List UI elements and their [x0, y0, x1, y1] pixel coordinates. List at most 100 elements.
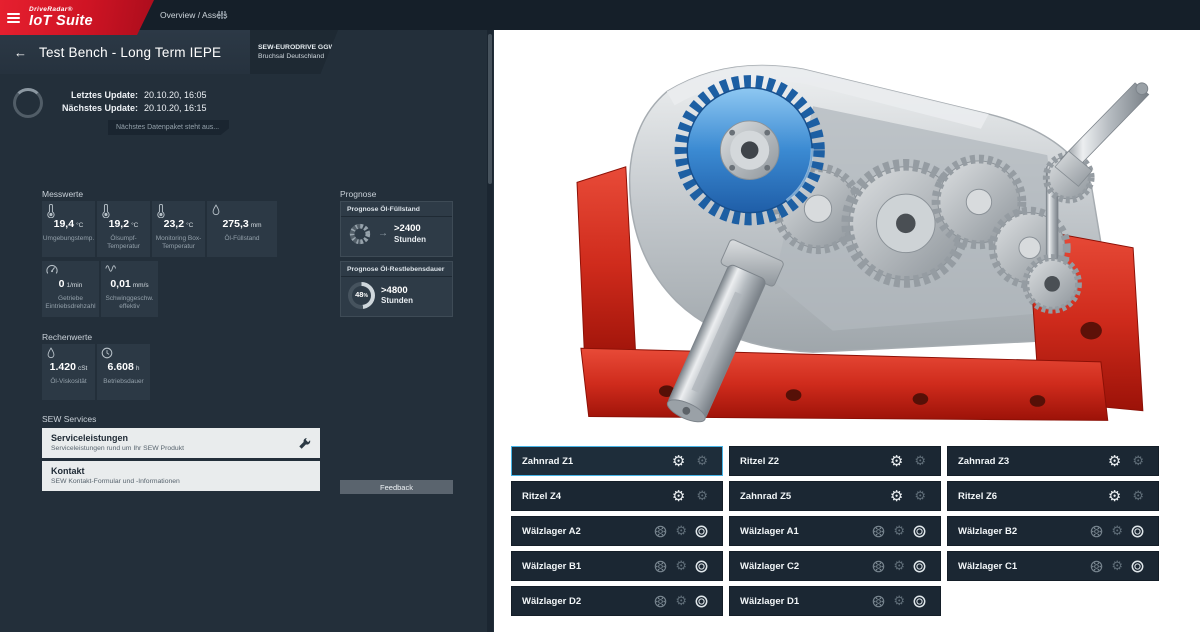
gear-outline-icon[interactable]: ⚙ — [1132, 455, 1144, 468]
value-tile[interactable]: 23,2°C Monitoring Box-Temperatur — [152, 201, 205, 257]
gear-icon[interactable]: ⚙ — [1108, 489, 1121, 504]
value-tile[interactable]: 01/min Getriebe Eintriebsdrehzahl — [42, 261, 99, 317]
gear-outline-icon[interactable]: ⚙ — [914, 490, 926, 503]
gear-icon[interactable]: ⚙ — [672, 489, 685, 504]
gear-icon[interactable]: ⚙ — [890, 454, 903, 469]
component-button[interactable]: Wälzlager A2 ⚙ — [511, 516, 723, 546]
component-button[interactable]: Zahnrad Z1 ⚙ ⚙ — [511, 446, 723, 476]
component-label: Wälzlager A2 — [522, 526, 654, 537]
prognose-panel-header: Prognose Öl-Restlebensdauer — [341, 262, 452, 277]
tile-value: 1.420 — [50, 361, 76, 373]
tile-value: 0,01 — [110, 278, 130, 290]
component-button[interactable]: Wälzlager D2 ⚙ — [511, 586, 723, 616]
bearing-icon[interactable] — [654, 595, 667, 608]
tile-label: Öl-Füllstand — [224, 235, 259, 250]
gear-outline-icon[interactable]: ⚙ — [696, 455, 708, 468]
thermometer-icon — [156, 204, 165, 218]
component-button[interactable]: Ritzel Z2 ⚙ ⚙ — [729, 446, 941, 476]
bearing-icon[interactable] — [1090, 525, 1103, 538]
tile-unit: mm/s — [133, 282, 149, 289]
component-button[interactable]: Ritzel Z6 ⚙ ⚙ — [947, 481, 1159, 511]
component-button[interactable]: Wälzlager C1 ⚙ — [947, 551, 1159, 581]
oil-drop-icon — [46, 347, 56, 360]
gear-outline-icon[interactable]: ⚙ — [1111, 560, 1123, 573]
bearing-icon[interactable] — [654, 560, 667, 573]
section-title-sew-services: SEW Services — [42, 414, 96, 424]
value-tile[interactable]: 1.420cSt Öl-Viskosität — [42, 344, 95, 400]
bearing-icon[interactable] — [872, 595, 885, 608]
trend-arrow-icon: → — [378, 229, 388, 239]
component-label: Wälzlager C2 — [740, 561, 872, 572]
gear-icon[interactable]: ⚙ — [672, 454, 685, 469]
bearing-ring-icon[interactable] — [913, 595, 926, 608]
value-tile[interactable]: 0,01mm/s Schwinggeschw. effektiv — [101, 261, 158, 317]
tile-value: 6.608 — [108, 361, 134, 373]
gear-outline-icon[interactable]: ⚙ — [893, 525, 905, 538]
gearbox-3d-view[interactable] — [515, 38, 1160, 438]
bearing-ring-icon[interactable] — [695, 595, 708, 608]
asset-sidebar — [0, 30, 494, 632]
component-label: Ritzel Z6 — [958, 491, 1108, 502]
component-button[interactable]: Wälzlager A1 ⚙ — [729, 516, 941, 546]
bearing-icon[interactable] — [654, 525, 667, 538]
feedback-button[interactable]: Feedback — [340, 480, 453, 494]
sidebar-scrollbar-thumb[interactable] — [488, 34, 492, 184]
section-title-rechenwerte: Rechenwerte — [42, 332, 92, 342]
value-tile[interactable]: 19,4°C Umgebungstemp. — [42, 201, 95, 257]
component-button[interactable]: Wälzlager B1 ⚙ — [511, 551, 723, 581]
gear-outline-icon[interactable]: ⚙ — [914, 455, 926, 468]
component-label: Zahnrad Z1 — [522, 456, 672, 467]
value-tile[interactable]: 6.608h Betriebsdauer — [97, 344, 150, 400]
prognose-oil-life-panel[interactable]: Prognose Öl-Restlebensdauer 48 % >4800 S… — [340, 261, 453, 317]
messwerte-row-1: 19,4°C Umgebungstemp. 19,2°C Ölsumpf-Tem… — [42, 201, 277, 257]
component-label: Wälzlager B2 — [958, 526, 1090, 537]
component-label: Ritzel Z2 — [740, 456, 890, 467]
menu-icon[interactable] — [7, 13, 20, 23]
gear-outline-icon[interactable]: ⚙ — [696, 490, 708, 503]
component-label: Zahnrad Z3 — [958, 456, 1108, 467]
brand-banner[interactable]: DriveRadar® IoT Suite — [0, 0, 154, 35]
component-button[interactable]: Zahnrad Z3 ⚙ ⚙ — [947, 446, 1159, 476]
apps-grid-icon[interactable] — [218, 11, 226, 19]
bearing-icon[interactable] — [1090, 560, 1103, 573]
gear-outline-icon[interactable]: ⚙ — [675, 525, 687, 538]
component-label: Wälzlager C1 — [958, 561, 1090, 572]
bearing-ring-icon[interactable] — [913, 560, 926, 573]
bearing-ring-icon[interactable] — [913, 525, 926, 538]
service-row-serviceleistungen[interactable]: Serviceleistungen Serviceleistungen rund… — [42, 428, 320, 458]
prognose-oil-level-panel[interactable]: Prognose Öl-Füllstand → >2400 Stunden — [340, 201, 453, 257]
back-arrow-icon[interactable]: ← — [14, 45, 27, 60]
gear-icon[interactable]: ⚙ — [890, 489, 903, 504]
gear-outline-icon[interactable]: ⚙ — [675, 560, 687, 573]
rpm-gauge-icon — [46, 264, 58, 276]
gear-outline-icon[interactable]: ⚙ — [675, 595, 687, 608]
component-button[interactable]: Wälzlager D1 ⚙ — [729, 586, 941, 616]
bearing-ring-icon[interactable] — [1131, 560, 1144, 573]
gear-outline-icon[interactable]: ⚙ — [1111, 525, 1123, 538]
gear-outline-icon[interactable]: ⚙ — [893, 560, 905, 573]
gear-outline-icon[interactable]: ⚙ — [1132, 490, 1144, 503]
bearing-ring-icon[interactable] — [1131, 525, 1144, 538]
gear-icon[interactable]: ⚙ — [1108, 454, 1121, 469]
tile-label: Getriebe Eintriebsdrehzahl — [44, 295, 97, 311]
bearing-icon[interactable] — [872, 525, 885, 538]
tile-value: 275,3 — [222, 218, 248, 230]
value-tile[interactable]: 275,3mm Öl-Füllstand — [207, 201, 277, 257]
asset-title: Test Bench - Long Term IEPE — [39, 45, 221, 60]
component-button[interactable]: Ritzel Z4 ⚙ ⚙ — [511, 481, 723, 511]
bearing-icon[interactable] — [872, 560, 885, 573]
tile-label: Öl-Viskosität — [50, 378, 86, 393]
prognose-unit: Stunden — [394, 235, 426, 245]
progress-ring: 48 % — [348, 282, 375, 309]
bearing-ring-icon[interactable] — [695, 560, 708, 573]
value-tile[interactable]: 19,2°C Ölsumpf-Temperatur — [97, 201, 150, 257]
progress-percent-sign: % — [363, 294, 367, 299]
component-button[interactable]: Zahnrad Z5 ⚙ ⚙ — [729, 481, 941, 511]
bearing-ring-icon[interactable] — [695, 525, 708, 538]
component-button[interactable]: Wälzlager B2 ⚙ — [947, 516, 1159, 546]
prognose-panel-header: Prognose Öl-Füllstand — [341, 202, 452, 217]
thermometer-icon — [46, 204, 55, 218]
gear-outline-icon[interactable]: ⚙ — [893, 595, 905, 608]
component-button[interactable]: Wälzlager C2 ⚙ — [729, 551, 941, 581]
service-row-kontakt[interactable]: Kontakt SEW Kontakt-Formular und -Inform… — [42, 461, 320, 491]
